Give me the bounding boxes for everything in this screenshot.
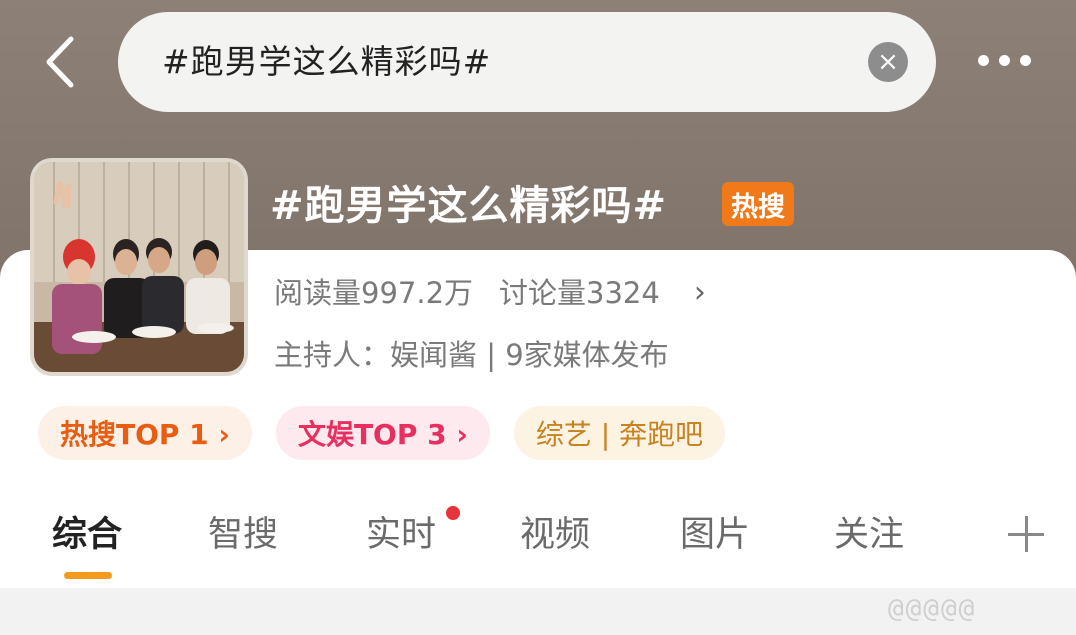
- tab-images[interactable]: 图片: [680, 510, 750, 560]
- watermark: @@@@@: [888, 594, 977, 624]
- back-button[interactable]: [30, 30, 90, 94]
- tab-following[interactable]: 关注: [834, 510, 904, 560]
- hot-badge: 热搜: [722, 182, 794, 226]
- tag-entertainment-rank[interactable]: 文娱TOP 3 ›: [275, 406, 490, 460]
- search-input[interactable]: #跑男学这么精彩吗# ×: [118, 12, 936, 112]
- cover-photo-illustration: [34, 162, 244, 372]
- tab-bar: 综合 智搜 实时 视频 图片 关注: [0, 500, 1076, 588]
- more-button[interactable]: [966, 38, 1042, 82]
- tab-comprehensive[interactable]: 综合: [52, 510, 122, 560]
- realtime-notification-dot: [446, 506, 460, 520]
- back-chevron-icon: [46, 36, 74, 88]
- topic-tags: 热搜TOP 1 › 文娱TOP 3 › 综艺 | 奔跑吧: [38, 406, 726, 460]
- tag-category[interactable]: 综艺 | 奔跑吧: [513, 406, 726, 460]
- tag-hot-search-rank[interactable]: 热搜TOP 1 ›: [38, 406, 252, 460]
- reads-count: 阅读量997.2万: [274, 276, 474, 310]
- tab-realtime[interactable]: 实时: [366, 510, 436, 560]
- topic-cover-image[interactable]: [30, 158, 248, 376]
- clear-icon: ×: [877, 47, 899, 77]
- tab-smart-search[interactable]: 智搜: [208, 510, 278, 560]
- add-icon[interactable]: [1004, 510, 1048, 558]
- more-icon: [977, 54, 989, 66]
- host-info: 主持人：娱闻酱 | 9家媒体发布: [274, 338, 669, 372]
- topic-stats[interactable]: 阅读量997.2万 讨论量3324 ›: [274, 272, 706, 314]
- chevron-right-icon: ›: [693, 275, 706, 310]
- search-query: #跑男学这么精彩吗#: [162, 42, 492, 81]
- topic-title: #跑男学这么精彩吗#: [270, 183, 668, 229]
- tab-video[interactable]: 视频: [520, 510, 590, 560]
- discussions-count: 讨论量3324: [499, 276, 660, 310]
- clear-search-button[interactable]: ×: [868, 42, 908, 82]
- active-tab-indicator: [64, 572, 112, 579]
